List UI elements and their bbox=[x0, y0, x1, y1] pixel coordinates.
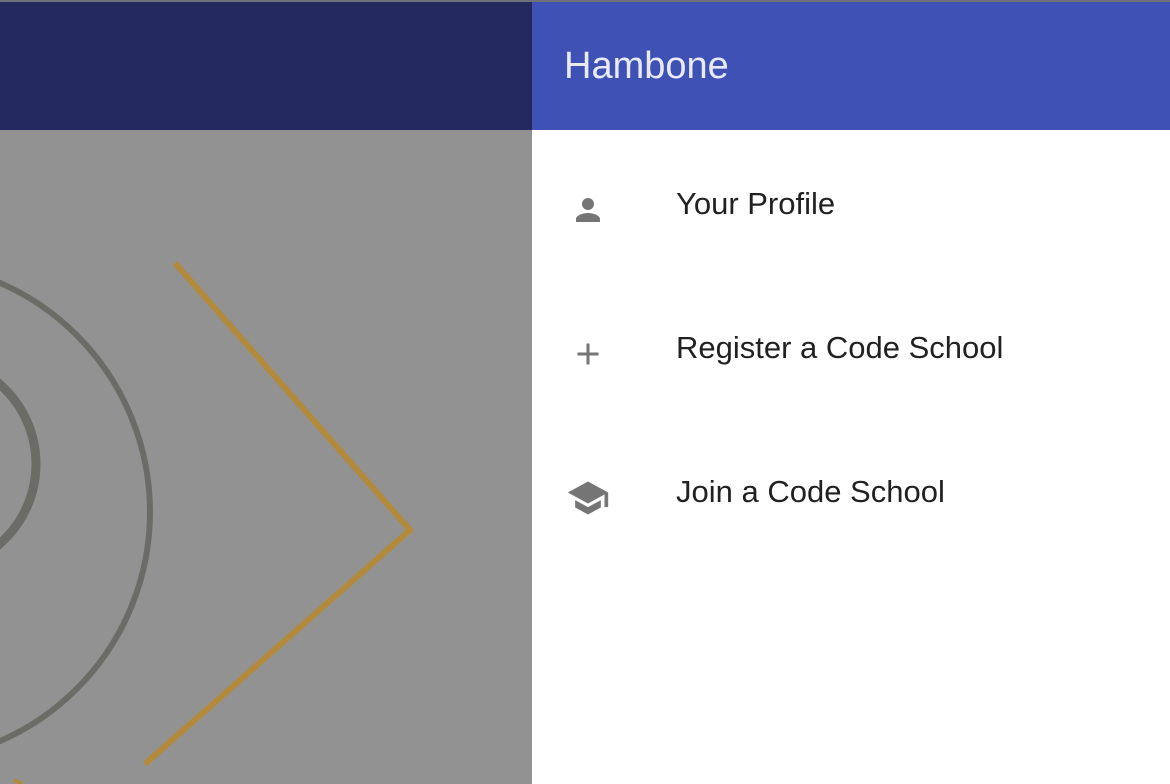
inner-ring-shape bbox=[0, 378, 41, 550]
drawer-menu-list: Your Profile Register a Code School Join… bbox=[532, 130, 1170, 562]
menu-item-join-code-school[interactable]: Join a Code School bbox=[532, 418, 1170, 562]
page: Hambone Your Profile Register a Code Sch… bbox=[0, 0, 1170, 784]
corner-fragment-shape bbox=[13, 778, 23, 784]
background-logo-graphic bbox=[0, 261, 415, 784]
menu-item-label: Your Profile bbox=[676, 186, 836, 221]
school-icon bbox=[564, 474, 612, 522]
background-app-content bbox=[0, 130, 532, 784]
navigation-drawer: Hambone Your Profile Register a Code Sch… bbox=[532, 0, 1170, 784]
menu-item-label: Register a Code School bbox=[676, 330, 1004, 365]
menu-item-register-code-school[interactable]: Register a Code School bbox=[532, 274, 1170, 418]
drawer-header: Hambone bbox=[532, 0, 1170, 130]
menu-item-your-profile[interactable]: Your Profile bbox=[532, 130, 1170, 274]
drawer-title: Hambone bbox=[564, 45, 729, 87]
menu-item-label: Join a Code School bbox=[676, 474, 945, 509]
person-icon bbox=[564, 186, 612, 234]
background-app-bar bbox=[0, 0, 532, 130]
background-app-scrim[interactable] bbox=[0, 0, 532, 784]
chevron-shape bbox=[143, 261, 415, 767]
window-top-border bbox=[0, 0, 1170, 2]
plus-icon bbox=[564, 330, 612, 378]
